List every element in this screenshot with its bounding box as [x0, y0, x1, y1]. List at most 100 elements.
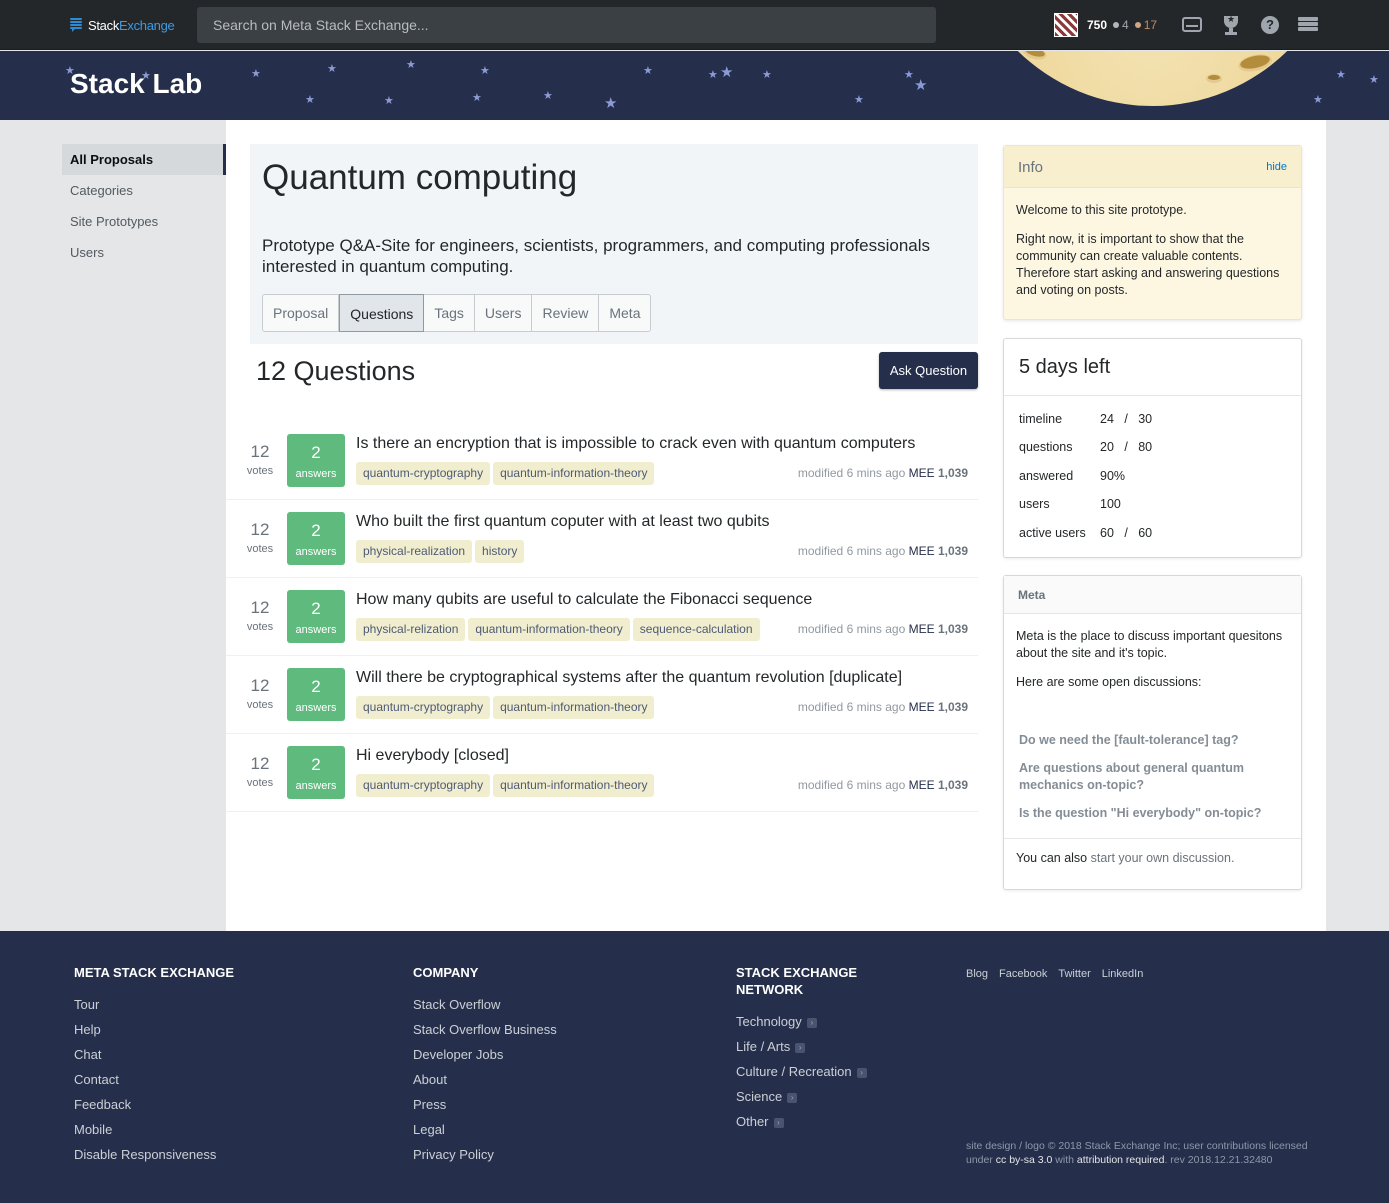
search-input[interactable] [197, 7, 936, 43]
user-link[interactable]: MEE [909, 700, 935, 714]
footer-link-life-arts[interactable]: Life / Arts › [736, 1034, 886, 1059]
star-icon: ★ [480, 65, 490, 77]
footer-link-twitter[interactable]: Twitter [1058, 968, 1090, 980]
nav-item-users[interactable]: Users [62, 237, 226, 268]
footer-link-press[interactable]: Press [413, 1092, 557, 1117]
nav-item-categories[interactable]: Categories [62, 175, 226, 206]
question-title-link[interactable]: How many qubits are useful to calculate … [356, 591, 812, 609]
footer-link-stack-overflow[interactable]: Stack Overflow [413, 992, 557, 1017]
footer-link-other[interactable]: Other › [736, 1109, 886, 1134]
user-link[interactable]: MEE [909, 778, 935, 792]
user-reputation: 1,039 [937, 622, 968, 636]
meta-discussion-link[interactable]: Do we need the [fault-tolerance] tag? [1019, 732, 1289, 749]
tab-meta[interactable]: Meta [599, 295, 650, 331]
question-modified-info: modified 6 mins ago MEE 1,039 [797, 544, 968, 558]
footer-link-culture-recreation[interactable]: Culture / Recreation › [736, 1059, 886, 1084]
reputation: 750 [1087, 18, 1108, 32]
tag-quantum-information-theory[interactable]: quantum-information-theory [493, 696, 655, 719]
tag-quantum-cryptography[interactable]: quantum-cryptography [356, 774, 491, 797]
inbox-icon[interactable] [1181, 14, 1203, 36]
footer-link-feedback[interactable]: Feedback [74, 1092, 234, 1117]
question-tags: physical-relization quantum-information-t… [356, 618, 760, 641]
footer-link-developer-jobs[interactable]: Developer Jobs [413, 1042, 557, 1067]
ask-question-button[interactable]: Ask Question [879, 352, 978, 389]
meta-discussion-link[interactable]: Is the question "Hi everybody" on-topic? [1019, 805, 1289, 822]
star-icon: ★ [406, 59, 416, 71]
help-icon[interactable]: ? [1259, 14, 1281, 36]
user-profile-link[interactable]: 750 4 17 [1054, 13, 1157, 37]
logo-text: StackExchange [88, 17, 175, 33]
tag-quantum-cryptography[interactable]: quantum-cryptography [356, 462, 491, 485]
tag-quantum-information-theory[interactable]: quantum-information-theory [468, 618, 630, 641]
site-title[interactable]: Stack Lab [70, 68, 202, 100]
footer-link-about[interactable]: About [413, 1067, 557, 1092]
nav-item-all-proposals[interactable]: All Proposals [62, 144, 226, 175]
stack-exchange-icon[interactable] [1297, 14, 1319, 36]
footer-link-tour[interactable]: Tour [74, 992, 234, 1017]
tab-questions[interactable]: Questions [339, 294, 425, 332]
footer-link-chat[interactable]: Chat [74, 1042, 234, 1067]
user-link[interactable]: MEE [909, 466, 935, 480]
tab-tags[interactable]: Tags [424, 295, 475, 331]
star-icon: ★ [1336, 69, 1346, 81]
star-icon: ★ [251, 68, 261, 80]
stack-exchange-logo[interactable]: StackExchange [70, 16, 175, 34]
vote-count: 12 votes [246, 520, 274, 555]
footer-link-mobile[interactable]: Mobile [74, 1117, 234, 1142]
user-reputation: 1,039 [937, 466, 968, 480]
tag-physical-relization[interactable]: physical-relization [356, 618, 466, 641]
footer-link-linkedin[interactable]: LinkedIn [1102, 968, 1144, 980]
question-row: 12 votes 2 answers Hi everybody [closed] q… [226, 734, 978, 812]
start-discussion-link[interactable]: start your own discussion. [1091, 851, 1235, 865]
footer-link-blog[interactable]: Blog [966, 968, 988, 980]
footer-link-disable-responsiveness[interactable]: Disable Responsiveness [74, 1142, 234, 1167]
user-link[interactable]: MEE [909, 622, 935, 636]
footer-link-technology[interactable]: Technology › [736, 1009, 886, 1034]
tab-review[interactable]: Review [532, 295, 600, 331]
tab-proposal[interactable]: Proposal [263, 295, 340, 331]
star-icon: ★ [384, 95, 394, 107]
question-tags: quantum-cryptography quantum-information-… [356, 774, 655, 797]
answer-count: 2 answers [287, 512, 345, 565]
footer-link-facebook[interactable]: Facebook [999, 968, 1047, 980]
footer-link-science[interactable]: Science › [736, 1084, 886, 1109]
question-tags: physical-realization history [356, 540, 525, 563]
star-icon: ★ [543, 90, 553, 102]
footer-link-stack-overflow-business[interactable]: Stack Overflow Business [413, 1017, 557, 1042]
tag-history[interactable]: history [475, 540, 525, 563]
tab-users[interactable]: Users [475, 295, 533, 331]
question-title-link[interactable]: Is there an encryption that is impossibl… [356, 435, 915, 453]
footer-link-privacy-policy[interactable]: Privacy Policy [413, 1142, 557, 1167]
footer-link-contact[interactable]: Contact [74, 1067, 234, 1092]
footer-col-meta: Meta Stack Exchange Tour Help Chat Conta… [74, 964, 234, 1167]
trophy-icon[interactable] [1220, 14, 1242, 36]
hide-info-link[interactable]: hide [1266, 161, 1287, 173]
nav-item-site-prototypes[interactable]: Site Prototypes [62, 206, 226, 237]
footer-link-legal[interactable]: Legal [413, 1117, 557, 1142]
answer-count: 2 answers [287, 746, 345, 799]
avatar[interactable] [1054, 13, 1078, 37]
copyright-notice: site design / logo © 2018 Stack Exchange… [966, 1140, 1308, 1166]
tag-physical-realization[interactable]: physical-realization [356, 540, 473, 563]
star-icon: ★ [604, 95, 618, 112]
vote-count: 12 votes [246, 598, 274, 633]
tag-quantum-information-theory[interactable]: quantum-information-theory [493, 462, 655, 485]
user-link[interactable]: MEE [909, 544, 935, 558]
question-title-link[interactable]: Who built the first quantum coputer with… [356, 513, 770, 531]
bronze-badges: 17 [1134, 18, 1157, 32]
question-title-link[interactable]: Will there be cryptographical systems af… [356, 669, 902, 687]
attribution-link[interactable]: attribution required [1077, 1154, 1165, 1166]
license-link[interactable]: cc by-sa 3.0 [996, 1154, 1053, 1166]
vote-count: 12 votes [246, 754, 274, 789]
info-welcome-text: Welcome to this site prototype. [1016, 203, 1187, 217]
left-sidebar-nav: All Proposals Categories Site Prototypes… [62, 144, 226, 268]
footer-link-help[interactable]: Help [74, 1017, 234, 1042]
star-icon: ★ [305, 94, 315, 106]
tag-sequence-calculation[interactable]: sequence-calculation [632, 618, 760, 641]
tag-quantum-cryptography[interactable]: quantum-cryptography [356, 696, 491, 719]
tag-quantum-information-theory[interactable]: quantum-information-theory [493, 774, 655, 797]
proposal-description: Prototype Q&A-Site for engineers, scient… [262, 236, 931, 276]
meta-discussion-link[interactable]: Are questions about general quantum mech… [1019, 760, 1289, 794]
proposal-tabs: Proposal Questions Tags Users Review Met… [262, 294, 652, 332]
question-title-link[interactable]: Hi everybody [closed] [356, 747, 509, 765]
